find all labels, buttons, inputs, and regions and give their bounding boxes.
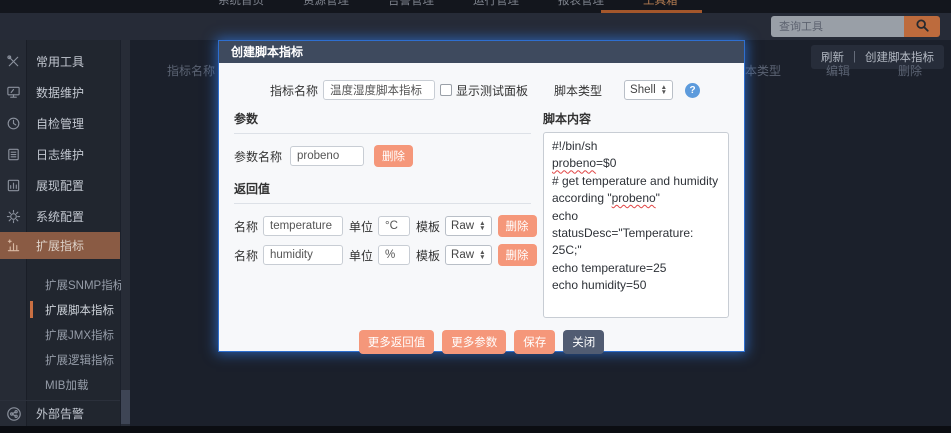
delete-param-button[interactable]: 删除 [374,145,413,167]
sidebar-item-label: 展现配置 [27,177,84,194]
sidebar-scrollbar[interactable] [121,40,130,426]
return-name-label: 名称 [234,218,258,235]
select-arrows-icon: ▲▼ [479,221,485,231]
return-value-row: 名称 单位 模板 Raw ▲▼ 删除 [234,244,531,266]
sidebar-item-label: 常用工具 [27,53,84,70]
nav-item-alerts[interactable]: 告警管理 [388,0,434,8]
nav-item-reports[interactable]: 报表管理 [558,0,604,8]
return-template-select[interactable]: Raw ▲▼ [445,216,491,236]
dialog-title: 创建脚本指标 [219,41,744,63]
select-arrows-icon: ▲▼ [479,250,485,260]
sidebar-item-label: 日志维护 [27,146,84,163]
sidebar-item-label: 扩展指标 [27,237,84,254]
sidebar-item-label: 自检管理 [27,115,84,132]
data-maintenance-icon [0,85,27,100]
search-box [771,16,940,37]
active-tab-underline [601,10,702,13]
show-test-panel-checkbox[interactable] [440,84,452,96]
return-template-label: 模板 [416,218,440,235]
sidebar-item-label: 外部告警 [27,405,84,422]
search-input[interactable] [771,16,904,37]
nav-item-operations[interactable]: 运行管理 [473,0,519,8]
sidebar-item-self-check[interactable]: 自检管理 [0,108,120,139]
save-button[interactable]: 保存 [514,330,555,354]
search-icon [915,18,930,36]
script-type-select[interactable]: Shell ▲▼ [624,80,673,100]
submenu-item-snmp[interactable]: 扩展SNMP指标 [0,272,120,297]
column-header-edit: 编辑 [826,62,850,79]
sidebar-item-common-tools[interactable]: 常用工具 [0,46,120,77]
script-type-value: Shell [630,84,656,96]
return-unit-label: 单位 [349,247,373,264]
create-script-metric-dialog: 创建脚本指标 指标名称 显示测试面板 脚本类型 Shell ▲▼ ? 参数 参数… [218,40,745,352]
metric-name-label: 指标名称 [270,82,318,99]
return-name-input[interactable] [263,216,343,236]
delete-return-button[interactable]: 删除 [498,244,537,266]
log-icon [0,147,27,162]
params-section-title: 参数 [234,110,531,127]
search-button[interactable] [904,16,940,37]
sidebar-item-display-config[interactable]: 展现配置 [0,170,120,201]
return-unit-input[interactable] [378,216,410,236]
sidebar: 常用工具 数据维护 自检管理 日志维护 展现配置 [0,40,120,426]
param-name-label: 参数名称 [234,148,282,165]
top-nav: 系统首页 资源管理 告警管理 运行管理 报表管理 工具箱 [218,0,951,8]
divider [234,133,531,134]
template-value: Raw [451,249,474,261]
return-name-input[interactable] [263,245,343,265]
toolbar-separator: | [853,51,856,63]
template-value: Raw [451,220,474,232]
column-header-metric-name: 指标名称 [167,62,215,79]
script-type-label: 脚本类型 [554,82,602,99]
returns-section-title: 返回值 [234,180,531,197]
sidebar-item-data-maintenance[interactable]: 数据维护 [0,77,120,108]
param-name-input[interactable] [290,146,364,166]
sidebar-scrollbar-thumb[interactable] [121,390,130,424]
sidebar-item-log-maintenance[interactable]: 日志维护 [0,139,120,170]
share-icon [0,406,27,422]
nav-item-home[interactable]: 系统首页 [218,0,264,8]
return-value-row: 名称 单位 模板 Raw ▲▼ 删除 [234,215,531,237]
help-icon[interactable]: ? [685,83,700,98]
return-name-label: 名称 [234,247,258,264]
sidebar-item-label: 系统配置 [27,208,84,225]
sidebar-item-external-alerts[interactable]: 外部告警 [0,400,120,426]
gear-icon [0,209,27,224]
top-nav-bar: 系统首页 资源管理 告警管理 运行管理 报表管理 工具箱 [0,0,951,13]
select-arrows-icon: ▲▼ [661,85,667,95]
return-unit-label: 单位 [349,218,373,235]
tools-icon [0,54,27,69]
show-test-panel-label: 显示测试面板 [456,82,528,99]
extended-metrics-submenu: 扩展SNMP指标 扩展脚本指标 扩展JMX指标 扩展逻辑指标 MIB加载 [0,272,120,397]
divider [234,203,531,204]
submenu-item-logic[interactable]: 扩展逻辑指标 [0,347,120,372]
return-unit-input[interactable] [378,245,410,265]
nav-item-toolbox[interactable]: 工具箱 [643,0,678,8]
close-button[interactable]: 关闭 [563,330,604,354]
return-template-label: 模板 [416,247,440,264]
bottom-edge-bar [0,426,951,433]
metrics-icon [0,238,27,253]
submenu-item-jmx[interactable]: 扩展JMX指标 [0,322,120,347]
column-header-delete: 删除 [898,62,922,79]
sidebar-item-extended-metrics[interactable]: 扩展指标 [0,232,120,259]
submenu-item-mib[interactable]: MIB加载 [0,372,120,397]
submenu-item-script[interactable]: 扩展脚本指标 [0,297,120,322]
nav-item-resources[interactable]: 资源管理 [303,0,349,8]
chart-icon [0,178,27,193]
metric-name-input[interactable] [323,80,435,100]
sidebar-item-label: 数据维护 [27,84,84,101]
clock-icon [0,116,27,131]
sub-header-bar [0,13,951,40]
sidebar-item-system-config[interactable]: 系统配置 [0,201,120,232]
script-content[interactable]: #!/bin/sh probeno=$0 # get temperature a… [543,132,729,318]
delete-return-button[interactable]: 删除 [498,215,537,237]
more-returns-button[interactable]: 更多返回值 [359,330,435,354]
return-template-select[interactable]: Raw ▲▼ [445,245,491,265]
more-params-button[interactable]: 更多参数 [442,330,506,354]
script-content-label: 脚本内容 [543,110,729,127]
